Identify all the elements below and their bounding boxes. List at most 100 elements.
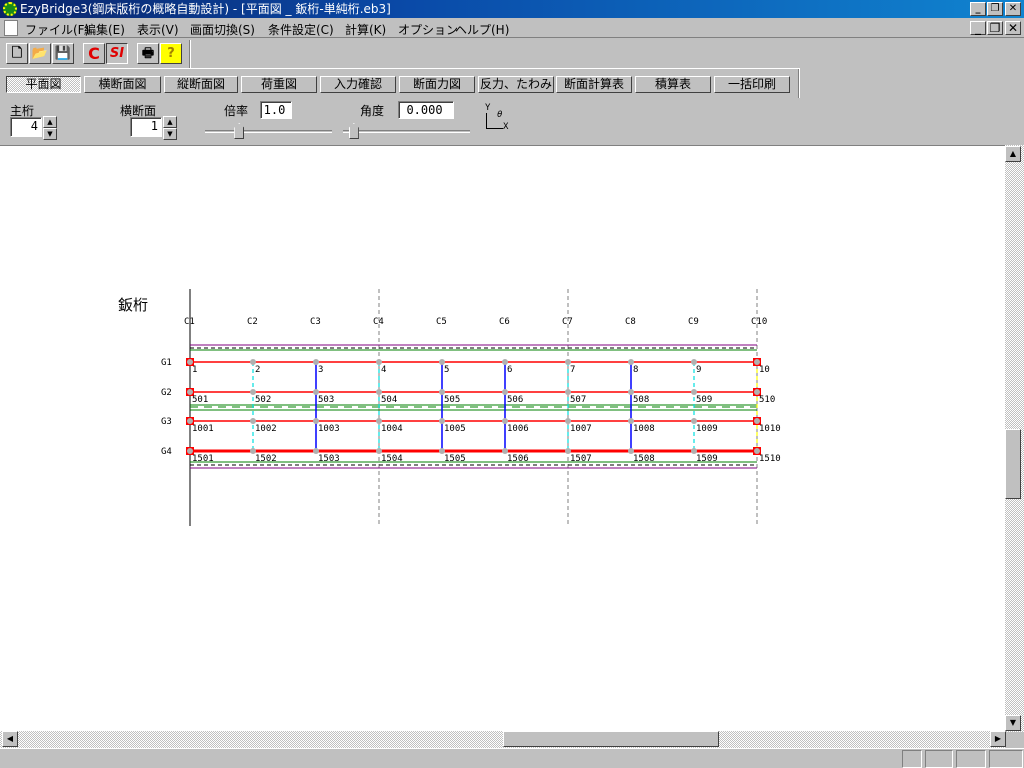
menu-bar: ファイル(F) 編集(E) 表示(V) 画面切換(S) 条件設定(C) 計算(K… <box>0 18 1024 38</box>
scale-value: 1.0 <box>260 101 292 119</box>
close-button[interactable]: ✕ <box>1005 2 1021 16</box>
status-panel-3 <box>956 750 986 768</box>
child-minimize-button[interactable]: _ <box>970 21 986 35</box>
cross-beam-label: C6 <box>499 317 510 327</box>
node-label: 1 <box>192 365 197 375</box>
scale-slider-thumb[interactable] <box>234 123 245 139</box>
drawing-title: 鈑桁 <box>118 296 148 314</box>
minimize-button[interactable]: _ <box>970 2 986 16</box>
node-label: 1503 <box>318 454 340 464</box>
child-close-button[interactable]: ✕ <box>1005 21 1021 35</box>
node-label: 8 <box>633 365 638 375</box>
girder-label-G4: G4 <box>161 447 172 457</box>
node-label: 1005 <box>444 424 466 434</box>
axis-x-label: X <box>503 122 509 132</box>
scroll-up-button[interactable]: ▲ <box>1005 146 1021 162</box>
node-label: 1010 <box>759 424 781 434</box>
girder-label-G3: G3 <box>161 417 172 427</box>
tab-batch-print[interactable]: 一括印刷 <box>714 76 790 93</box>
tab-reaction[interactable]: 反力、たわみ <box>478 76 554 93</box>
node-label: 1001 <box>192 424 214 434</box>
window-title: EzyBridge3(鋼床版桁の概略自動設計) - [平面図 _ 鈑桁-単純桁.… <box>20 2 391 16</box>
cross-beam-label: C3 <box>310 317 321 327</box>
open-button[interactable]: 📂 <box>29 43 51 64</box>
scroll-down-button[interactable]: ▼ <box>1005 715 1021 731</box>
node-label: 1007 <box>570 424 592 434</box>
node-label: 10 <box>759 365 770 375</box>
node-label: 506 <box>507 395 523 405</box>
status-panel-2 <box>925 750 953 768</box>
menu-options[interactable]: オプション <box>398 21 458 38</box>
node-label: 503 <box>318 395 334 405</box>
new-button[interactable]: 🗋 <box>6 43 28 64</box>
open-icon: 📂 <box>31 46 49 61</box>
node-label: 507 <box>570 395 586 405</box>
angle-value: 0.000 <box>398 101 454 119</box>
tab-load[interactable]: 荷重図 <box>241 76 317 93</box>
section-up-button[interactable]: ▲ <box>163 116 177 128</box>
restore-button[interactable]: ❐ <box>987 2 1003 16</box>
drawing-canvas[interactable]: 鈑桁 G1 G2 G3 G4 C1 C2 C3 C4 C5 C6 C7 C8 C9 C10 1 2 3 4 5 6 7 8 9… <box>0 145 1005 732</box>
node-label: 1510 <box>759 454 781 464</box>
node-label: 1004 <box>381 424 403 434</box>
cross-beam-label: C9 <box>688 317 699 327</box>
help-button[interactable]: ? <box>160 43 182 64</box>
cross-beam-label: C5 <box>436 317 447 327</box>
si-unit-button[interactable]: SI <box>106 43 128 64</box>
tab-estimate[interactable]: 積算表 <box>635 76 711 93</box>
tab-section-force[interactable]: 断面力図 <box>399 76 475 93</box>
section-down-button[interactable]: ▼ <box>163 128 177 140</box>
node-label: 1508 <box>633 454 655 464</box>
status-panel-4 <box>989 750 1023 768</box>
node-label: 1009 <box>696 424 718 434</box>
node-label: 3 <box>318 365 323 375</box>
scale-label: 倍率 <box>224 104 249 118</box>
girder-up-button[interactable]: ▲ <box>43 116 57 128</box>
node-label: 508 <box>633 395 649 405</box>
node-label: 510 <box>759 395 775 405</box>
tab-plan[interactable]: 平面図 <box>6 76 81 93</box>
node-label: 1506 <box>507 454 529 464</box>
vertical-scroll-thumb[interactable] <box>1005 429 1021 499</box>
tab-longitudinal[interactable]: 縦断面図 <box>164 76 238 93</box>
node-label: 1507 <box>570 454 592 464</box>
scroll-left-button[interactable]: ◀ <box>2 731 18 747</box>
angle-slider-track[interactable] <box>343 130 470 133</box>
girder-label-G2: G2 <box>161 388 172 398</box>
c-unit-icon: C <box>88 44 100 63</box>
menu-conditions[interactable]: 条件設定(C) <box>268 21 334 38</box>
cross-beam-label: C1 <box>184 317 195 327</box>
angle-slider-thumb[interactable] <box>348 123 359 139</box>
girder-input[interactable]: 4 <box>10 117 42 137</box>
menu-calc[interactable]: 計算(K) <box>345 21 386 38</box>
node-label: 6 <box>507 365 512 375</box>
cross-beam-label: C10 <box>751 317 767 327</box>
c-unit-button[interactable]: C <box>83 43 105 64</box>
menu-view[interactable]: 表示(V) <box>137 21 179 38</box>
angle-label: 角度 <box>360 104 385 118</box>
menu-edit[interactable]: 編集(E) <box>84 21 125 38</box>
axis-x-line <box>486 128 503 129</box>
print-icon: 🖶 <box>141 46 155 61</box>
menu-screen-switch[interactable]: 画面切換(S) <box>190 21 255 38</box>
save-button[interactable]: 💾 <box>52 43 74 64</box>
tab-section-calc[interactable]: 断面計算表 <box>556 76 632 93</box>
cross-beam-label: C2 <box>247 317 258 327</box>
girder-down-button[interactable]: ▼ <box>43 128 57 140</box>
horizontal-scroll-thumb[interactable] <box>503 731 719 747</box>
save-icon: 💾 <box>54 46 72 61</box>
print-button[interactable]: 🖶 <box>137 43 159 64</box>
tab-input-check[interactable]: 入力確認 <box>320 76 396 93</box>
scale-slider-track[interactable] <box>205 130 332 133</box>
node-label: 509 <box>696 395 712 405</box>
menu-help[interactable]: ヘルプ(H) <box>455 21 509 38</box>
si-unit-icon: SI <box>109 46 125 61</box>
node-label: 5 <box>444 365 449 375</box>
node-label: 1505 <box>444 454 466 464</box>
menu-file[interactable]: ファイル(F) <box>25 21 89 38</box>
node-label: 4 <box>381 365 386 375</box>
child-restore-button[interactable]: ❐ <box>987 21 1003 35</box>
tab-cross-section[interactable]: 横断面図 <box>84 76 161 93</box>
section-input[interactable]: 1 <box>130 117 162 137</box>
scroll-right-button[interactable]: ▶ <box>990 731 1006 747</box>
